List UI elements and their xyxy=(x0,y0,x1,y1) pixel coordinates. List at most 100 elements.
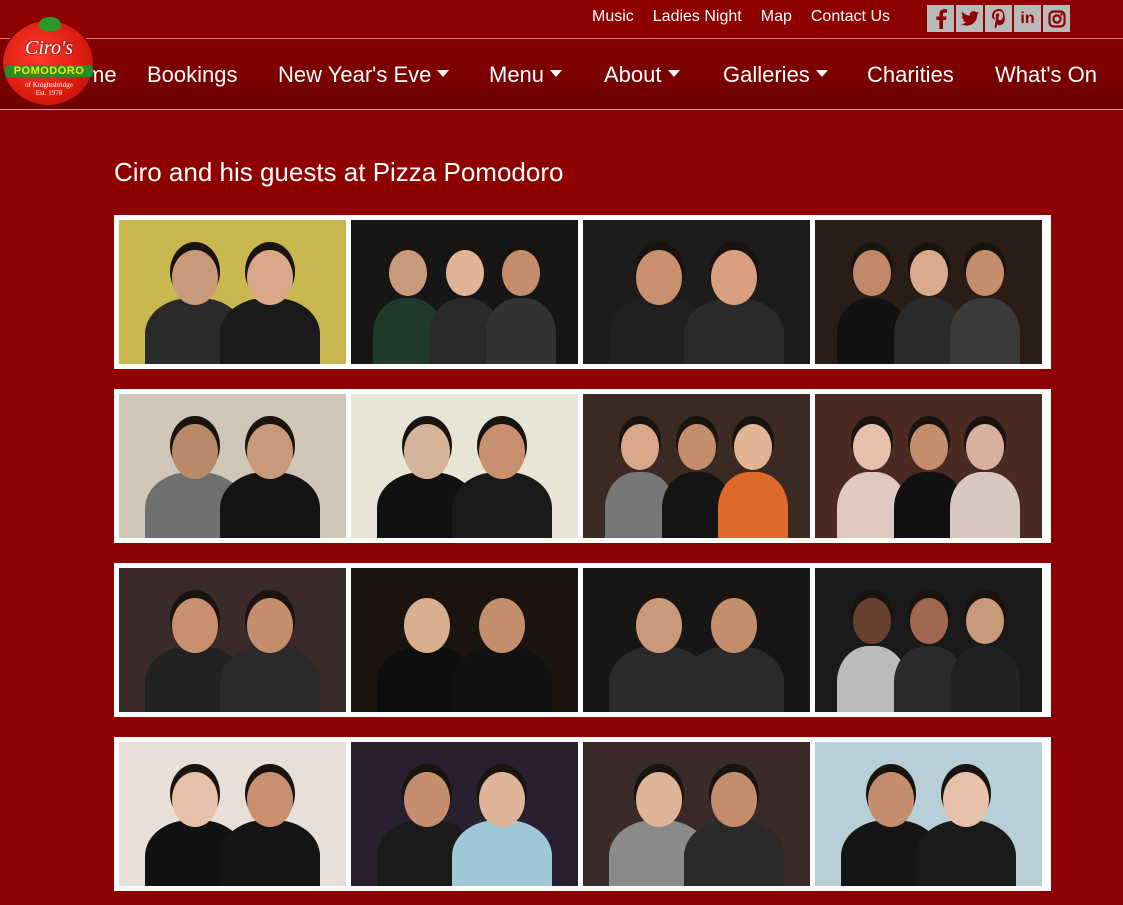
person-face xyxy=(635,250,682,306)
restaurant-logo[interactable]: Ciro's POMODORO of Knightsbridge Est. 197… xyxy=(2,17,94,106)
nav-item-charities[interactable]: Charities xyxy=(867,61,954,89)
person-body xyxy=(452,472,553,538)
chevron-down-icon xyxy=(667,69,680,77)
nav-item-menu[interactable]: Menu xyxy=(489,61,563,89)
pinterest-icon[interactable] xyxy=(985,5,1012,32)
chevron-down-icon xyxy=(437,69,450,77)
person-body xyxy=(684,646,785,712)
gallery-photo[interactable] xyxy=(351,220,578,364)
facebook-icon[interactable] xyxy=(927,5,954,32)
person-face xyxy=(445,250,484,296)
person-face xyxy=(966,424,1005,470)
nav-item-menu-label: Menu xyxy=(489,62,545,87)
person-face xyxy=(635,772,682,828)
ladies-night-link[interactable]: Ladies Night xyxy=(653,7,742,27)
person-body xyxy=(452,820,553,886)
gallery-photo[interactable] xyxy=(583,568,810,712)
person-face xyxy=(909,250,948,296)
music-link[interactable]: Music xyxy=(592,7,634,27)
person-body xyxy=(452,646,553,712)
person-face xyxy=(734,424,773,470)
gallery-row xyxy=(114,737,1051,891)
logo-line-3-text: of Knightsbridge xyxy=(25,81,73,89)
nav-item-bookings[interactable]: Bookings xyxy=(147,61,238,89)
nav-item-new-years-eve[interactable]: New Year's Eve xyxy=(278,61,450,89)
person-face xyxy=(711,772,758,828)
person-face xyxy=(247,598,294,654)
person-face xyxy=(479,598,526,654)
map-link[interactable]: Map xyxy=(761,7,792,27)
person-face xyxy=(403,772,450,828)
instagram-icon[interactable] xyxy=(1043,5,1070,32)
person-face xyxy=(909,598,948,644)
utility-links: Music Ladies Night Map Contact Us xyxy=(592,7,909,27)
twitter-icon[interactable] xyxy=(956,5,983,32)
nav-item-galleries[interactable]: Galleries xyxy=(723,61,828,89)
nav-item-new-years-eve-label: New Year's Eve xyxy=(278,62,432,87)
person-face xyxy=(852,598,891,644)
gallery-photo[interactable] xyxy=(119,568,346,712)
gallery-row xyxy=(114,563,1051,717)
logo-line-2: POMODORO xyxy=(5,65,93,77)
person-face xyxy=(403,598,450,654)
page-title: Ciro and his guests at Pizza Pomodoro xyxy=(114,157,564,187)
person-body xyxy=(220,298,321,364)
gallery-photo[interactable] xyxy=(815,220,1042,364)
gallery-photo[interactable] xyxy=(583,742,810,886)
person-face xyxy=(867,772,914,828)
logo-line-3: of Knightsbridge Est. 1978 xyxy=(13,81,85,97)
person-body xyxy=(220,472,321,538)
contact-us-link[interactable]: Contact Us xyxy=(811,7,890,27)
person-face xyxy=(909,424,948,470)
gallery-photo[interactable] xyxy=(119,742,346,886)
person-face xyxy=(479,772,526,828)
main-navigation: me Bookings New Year's Eve Menu About Ga… xyxy=(0,38,1123,110)
person-face xyxy=(677,424,716,470)
person-face xyxy=(635,598,682,654)
person-face xyxy=(620,424,659,470)
person-face xyxy=(943,772,990,828)
gallery-row xyxy=(114,389,1051,543)
social-icons: in xyxy=(927,5,1070,32)
person-face xyxy=(852,250,891,296)
person-face xyxy=(966,250,1005,296)
person-body xyxy=(220,646,321,712)
gallery-photo[interactable] xyxy=(351,742,578,886)
person-body xyxy=(220,820,321,886)
person-body xyxy=(684,298,785,364)
gallery-photo[interactable] xyxy=(119,220,346,364)
nav-item-about-label: About xyxy=(604,62,662,87)
person-face xyxy=(247,772,294,828)
person-body xyxy=(916,820,1017,886)
person-face xyxy=(247,424,294,480)
gallery-photo[interactable] xyxy=(119,394,346,538)
person-face xyxy=(711,598,758,654)
person-face xyxy=(171,772,218,828)
gallery-photo[interactable] xyxy=(815,568,1042,712)
person-body xyxy=(950,298,1021,364)
nav-item-whats-on[interactable]: What's On xyxy=(995,61,1097,89)
person-body xyxy=(486,298,557,364)
gallery-photo[interactable] xyxy=(583,220,810,364)
person-face xyxy=(711,250,758,306)
logo-line-4: Est. 1978 xyxy=(35,89,63,97)
person-body xyxy=(950,472,1021,538)
person-face xyxy=(479,424,526,480)
person-face xyxy=(171,424,218,480)
person-face xyxy=(171,250,218,306)
gallery-photo[interactable] xyxy=(583,394,810,538)
gallery-row xyxy=(114,215,1051,369)
tomato-leaf-icon xyxy=(39,17,61,31)
person-face xyxy=(388,250,427,296)
nav-item-about[interactable]: About xyxy=(604,61,680,89)
linkedin-icon[interactable]: in xyxy=(1014,5,1041,32)
linkedin-glyph: in xyxy=(1020,9,1035,27)
person-face xyxy=(966,598,1005,644)
person-face xyxy=(171,598,218,654)
gallery-photo[interactable] xyxy=(351,394,578,538)
person-body xyxy=(718,472,789,538)
gallery-photo[interactable] xyxy=(351,568,578,712)
gallery-photo[interactable] xyxy=(815,742,1042,886)
logo-line-1: Ciro's xyxy=(25,37,73,59)
gallery-photo[interactable] xyxy=(815,394,1042,538)
